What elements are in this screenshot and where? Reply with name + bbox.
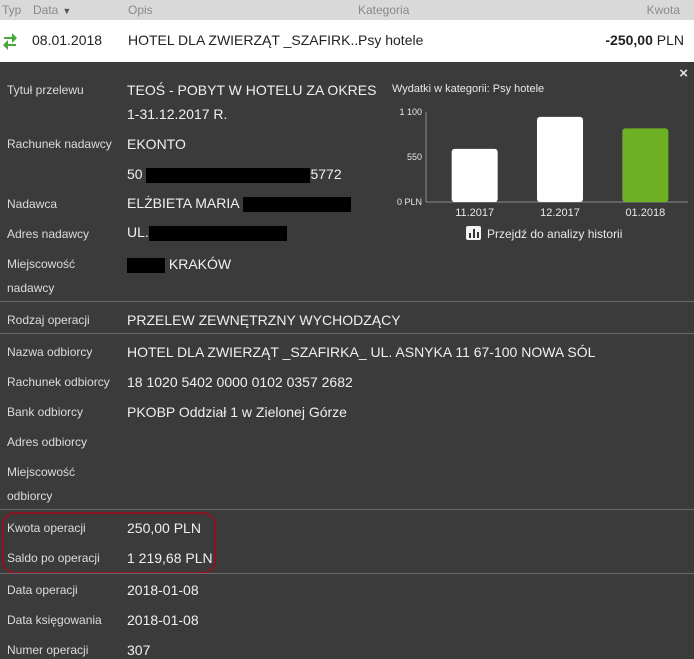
redaction-bar: [127, 257, 165, 273]
amount-currency: PLN: [656, 32, 684, 48]
history-analysis-link[interactable]: Przejdź do analizy historii: [466, 226, 622, 241]
chart-title: Wydatki w kategorii: Psy hotele: [392, 83, 545, 95]
col-data-label: Data: [33, 3, 59, 17]
transaction-category[interactable]: Psy hotele: [358, 32, 423, 48]
divider: [0, 333, 694, 334]
tytul-value-line1: TEOŚ - POBYT W HOTELU ZA OKRES: [127, 82, 377, 98]
divider: [0, 509, 694, 510]
transaction-row[interactable]: 08.01.2018 HOTEL DLA ZWIERZĄT _SZAFIRK..…: [0, 20, 694, 63]
miejscowosc-nadawcy-value: KRAKÓW: [127, 256, 231, 273]
category-spending-chart: 0 PLN 550 1 100 11.2017 12.2017 01.2018: [397, 107, 688, 219]
transaction-description: HOTEL DLA ZWIERZĄT _SZAFIRK...: [128, 32, 363, 48]
nadawca-label: Nadawca: [7, 197, 58, 211]
y-tick-label: 550: [407, 152, 422, 162]
amount-value: -250,00: [605, 32, 653, 48]
numer-label: Numer operacji: [7, 643, 89, 657]
nazwa-odbiorcy-value: HOTEL DLA ZWIERZĄT _SZAFIRKA_ UL. ASNYKA…: [127, 344, 596, 360]
tytul-value-line2: 1-31.12.2017 R.: [127, 106, 228, 122]
rodzaj-label: Rodzaj operacji: [7, 313, 90, 327]
miejscowosc-nadawcy-text: KRAKÓW: [168, 256, 232, 272]
miejscowosc-nadawcy-label-2: nadawcy: [7, 281, 55, 295]
rachunek-nadawcy-prefix: 50: [127, 166, 143, 182]
bank-odbiorcy-label: Bank odbiorcy: [7, 405, 84, 419]
rachunek-nadawcy-label: Rachunek nadawcy: [7, 137, 112, 151]
redaction-bar: [146, 167, 311, 183]
bar-11.2017[interactable]: [451, 148, 498, 202]
tytul-label: Tytuł przelewu: [7, 83, 84, 97]
saldo-value: 1 219,68 PLN: [127, 550, 213, 566]
data-operacji-label: Data operacji: [7, 583, 78, 597]
kwota-value: 250,00 PLN: [127, 520, 201, 536]
data-ksiegowania-label: Data księgowania: [7, 613, 102, 627]
divider: [0, 573, 694, 574]
kwota-label: Kwota operacji: [7, 521, 86, 535]
adres-odbiorcy-label: Adres odbiorcy: [7, 435, 88, 449]
bar-01.2018[interactable]: [622, 128, 669, 202]
miejscowosc-odbiorcy-label-2: odbiorcy: [7, 489, 53, 503]
rachunek-odbiorcy-label: Rachunek odbiorcy: [7, 375, 110, 389]
data-operacji-value: 2018-01-08: [127, 582, 199, 598]
adres-nadawcy-text: UL.: [127, 224, 149, 240]
bank-odbiorcy-value: PKOBP Oddział 1 w Zielonej Górze: [127, 404, 347, 420]
x-tick-label: 01.2018: [625, 207, 665, 219]
adres-nadawcy-label: Adres nadawcy: [7, 227, 90, 241]
adres-nadawcy-value: UL.: [127, 224, 287, 241]
rachunek-nadawcy-suffix: 5772: [310, 166, 342, 182]
rachunek-odbiorcy-value: 18 1020 5402 0000 0102 0357 2682: [127, 374, 353, 390]
x-tick-label: 11.2017: [455, 207, 494, 219]
rachunek-nadawcy-number: 50 5772: [127, 166, 342, 183]
rachunek-nadawcy-line1: EKONTO: [127, 136, 186, 152]
transfer-arrows-icon: [3, 33, 17, 50]
col-opis-header[interactable]: Opis: [128, 3, 153, 17]
y-tick-label: 0 PLN: [397, 197, 422, 207]
transaction-details-panel: × Tytuł przelewu TEOŚ - POBYT W HOTELU Z…: [0, 62, 694, 659]
miejscowosc-nadawcy-label: Miejscowość: [7, 257, 76, 271]
y-tick-label: 1 100: [399, 107, 422, 117]
col-kwota-header[interactable]: Kwota: [647, 3, 680, 17]
saldo-label: Saldo po operacji: [7, 551, 100, 565]
bar-12.2017[interactable]: [537, 116, 583, 202]
transaction-amount: -250,00 PLN: [605, 32, 684, 48]
bar-chart-icon: [466, 226, 481, 240]
nadawca-text: ELŻBIETA MARIA: [127, 195, 239, 211]
history-analysis-label: Przejdź do analizy historii: [487, 227, 623, 241]
redaction-bar: [148, 225, 287, 241]
col-data-header[interactable]: Data ▼: [33, 3, 71, 17]
close-icon[interactable]: ×: [679, 65, 688, 82]
miejscowosc-odbiorcy-label: Miejscowość: [7, 465, 76, 479]
table-header: Typ Data ▼ Opis Kategoria Kwota: [0, 0, 694, 20]
numer-value: 307: [127, 642, 151, 658]
data-ksiegowania-value: 2018-01-08: [127, 612, 199, 628]
nadawca-value: ELŻBIETA MARIA: [127, 195, 351, 212]
x-tick-label: 12.2017: [540, 207, 580, 219]
sort-desc-icon[interactable]: ▼: [62, 6, 71, 16]
col-kategoria-header[interactable]: Kategoria: [358, 3, 409, 17]
col-typ-header: Typ: [2, 3, 22, 17]
nazwa-odbiorcy-label: Nazwa odbiorcy: [7, 345, 93, 359]
transaction-date: 08.01.2018: [32, 32, 103, 48]
rodzaj-value: PRZELEW ZEWNĘTRZNY WYCHODZĄCY: [127, 312, 401, 328]
divider: [0, 301, 694, 302]
redaction-bar: [242, 196, 351, 212]
